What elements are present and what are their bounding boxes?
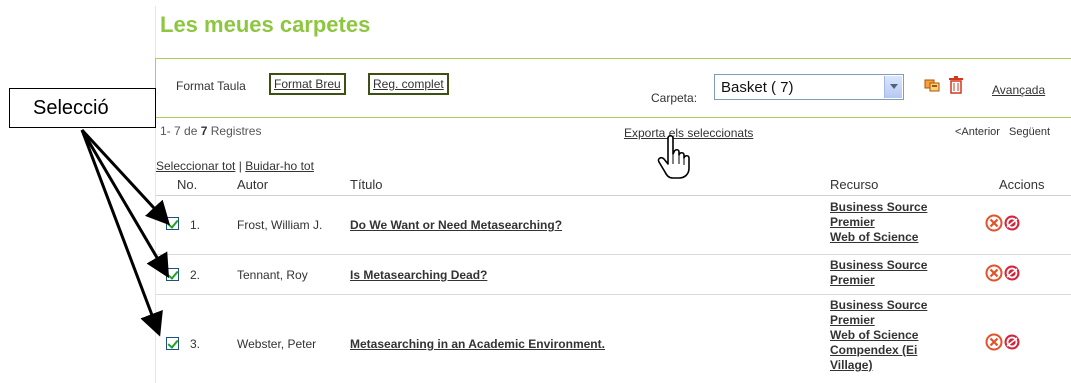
annotation-arrows [80, 128, 171, 337]
selection-callout-label: Selecció [33, 97, 109, 119]
arrow-line [80, 129, 163, 337]
arrow-line [80, 129, 170, 279]
hand-cursor-icon [657, 134, 690, 179]
arrow-line [80, 128, 171, 226]
selection-callout: Selecció [9, 88, 156, 128]
